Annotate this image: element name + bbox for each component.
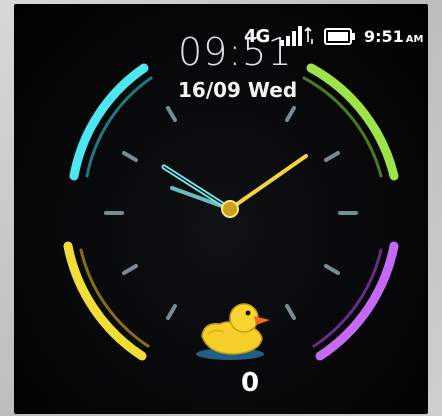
tick-11 <box>166 106 177 122</box>
status-ampm: AM <box>405 34 424 45</box>
hand-pivot <box>221 200 239 218</box>
step-count: 0 <box>240 368 260 398</box>
tick-7 <box>166 304 177 320</box>
hour-hand <box>161 164 233 212</box>
clock-hands <box>161 154 308 218</box>
tick-10 <box>122 151 138 162</box>
battery-icon <box>324 28 355 45</box>
arc-bottom-right <box>312 241 399 361</box>
tick-4 <box>324 264 340 275</box>
minute-hand <box>228 154 308 211</box>
date-label: 16/09 Wed <box>178 78 298 102</box>
arc-top-right <box>302 63 399 181</box>
watch-device: 4G 9:51 AM 09:51 16/09 Wed 0 <box>0 0 442 416</box>
status-time-text: 9:51 <box>364 27 404 46</box>
arc-bottom-left <box>63 241 150 361</box>
rubber-duck-icon <box>196 303 270 360</box>
tick-1 <box>285 106 296 122</box>
watch-screen: 4G 9:51 AM 09:51 16/09 Wed 0 <box>14 4 428 414</box>
arc-top-left <box>69 63 153 181</box>
digital-time: 09:51 <box>178 30 293 74</box>
tick-8 <box>122 264 138 275</box>
status-clock: 9:51 AM <box>364 27 424 46</box>
tick-2 <box>324 151 340 162</box>
tick-5 <box>285 304 296 320</box>
